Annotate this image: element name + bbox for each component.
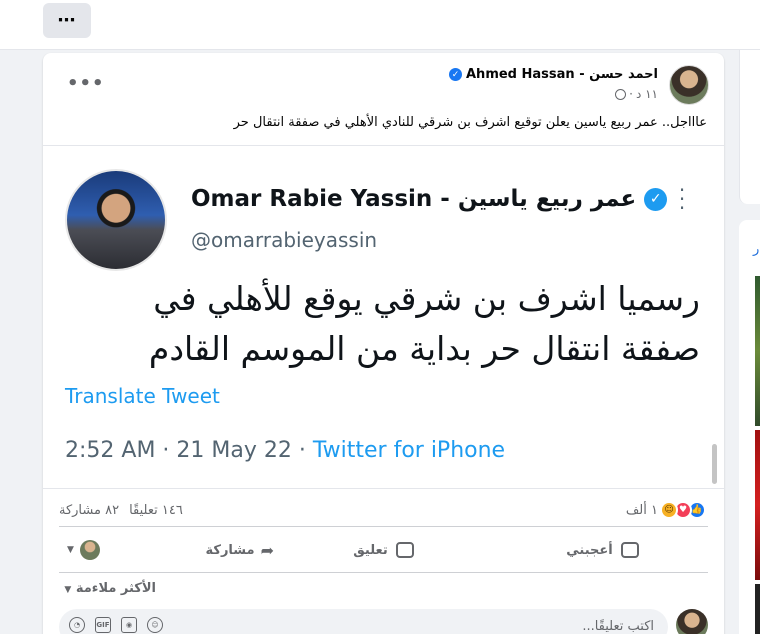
tweet-body: رسميا اشرف بن شرقي يوقع للأهلي في صفقة ا… bbox=[148, 279, 700, 368]
feed-post: احمد حسن - Ahmed Hassan ✓ ١١ د · ••• عاا… bbox=[43, 53, 724, 634]
post-more-options-button[interactable]: ••• bbox=[67, 73, 105, 94]
like-button[interactable]: أعجبني bbox=[493, 531, 712, 569]
share-as-avatar bbox=[79, 540, 100, 560]
comment-input[interactable]: اكتب تعليقًا... ◔ GIF ◉ ☺ bbox=[59, 609, 668, 634]
author-avatar[interactable] bbox=[669, 65, 709, 105]
comment-placeholder: اكتب تعليقًا... bbox=[582, 619, 654, 634]
twitter-verified-icon: ✓ bbox=[644, 187, 668, 211]
comment-button[interactable]: تعليق bbox=[274, 531, 493, 569]
scrollbar-thumb bbox=[712, 444, 717, 484]
comments-count[interactable]: ١٤٦ تعليقًا bbox=[129, 503, 183, 518]
camera-icon[interactable]: ◉ bbox=[121, 617, 137, 633]
comment-icon bbox=[395, 542, 414, 558]
tweet-author-avatar bbox=[65, 169, 167, 271]
share-as-selector[interactable]: ▼ bbox=[67, 540, 100, 560]
reactions-summary[interactable]: 👍 ♥ ☺ ١ ألف bbox=[626, 501, 706, 519]
more-options-button[interactable]: ⋯ bbox=[43, 3, 91, 38]
gif-icon[interactable]: GIF bbox=[95, 617, 111, 633]
caret-down-icon: ▼ bbox=[64, 585, 72, 595]
current-user-avatar[interactable] bbox=[676, 609, 708, 634]
sticker-icon[interactable]: ◔ bbox=[69, 617, 85, 633]
sidebar-thumbnail[interactable] bbox=[755, 276, 760, 426]
shares-count[interactable]: ٨٢ مشاركة bbox=[59, 503, 119, 518]
tweet-display-name: Omar Rabie Yassin - عمر ربيع ياسين bbox=[191, 186, 637, 212]
tweet-display-name-row: Omar Rabie Yassin - عمر ربيع ياسين ✓ bbox=[191, 186, 668, 212]
haha-reaction-icon: ☺ bbox=[660, 501, 678, 519]
sort-label: الأكثر ملاءمة bbox=[75, 581, 156, 596]
share-arrow-icon: ➦ bbox=[260, 540, 274, 560]
share-button[interactable]: ➦ مشاركة ▼ bbox=[55, 531, 274, 569]
post-meta: ١١ د · bbox=[615, 87, 658, 101]
post-time[interactable]: ١١ د bbox=[636, 87, 658, 101]
emoji-icon[interactable]: ☺ bbox=[147, 617, 163, 633]
divider bbox=[59, 572, 708, 573]
top-bar: ⋯ bbox=[0, 0, 760, 50]
post-actions: أعجبني تعليق ➦ مشاركة ▼ bbox=[55, 531, 712, 569]
sidebar-thumbnail[interactable] bbox=[755, 584, 760, 634]
comment-input-tools: ◔ GIF ◉ ☺ bbox=[69, 617, 163, 633]
author-name[interactable]: احمد حسن - Ahmed Hassan bbox=[466, 67, 658, 82]
tweet-timestamp: 2:52 AM · 21 May 22 · Twitter for iPhone bbox=[65, 438, 505, 463]
comment-composer: اكتب تعليقًا... ◔ GIF ◉ ☺ bbox=[59, 609, 708, 634]
chevron-down-icon: ▼ bbox=[67, 545, 74, 555]
post-text: عاااجل.. عمر ربيع ياسين يعلن توقيع اشرف … bbox=[233, 115, 707, 130]
post-stats: 👍 ♥ ☺ ١ ألف ١٤٦ تعليقًا ٨٢ مشاركة bbox=[43, 495, 724, 525]
share-label: مشاركة bbox=[205, 542, 255, 558]
globe-icon bbox=[615, 88, 627, 100]
engagement-counts: ١٤٦ تعليقًا ٨٢ مشاركة bbox=[59, 503, 183, 518]
reactions-count[interactable]: ١ ألف bbox=[626, 503, 658, 518]
tweet-source: Twitter for iPhone bbox=[312, 438, 506, 463]
thumbs-up-icon bbox=[620, 542, 639, 558]
dot-separator: · bbox=[629, 87, 633, 101]
tweet-time: 2:52 AM · 21 May 22 · bbox=[65, 438, 313, 463]
comment-label: تعليق bbox=[353, 542, 388, 558]
share-content: ➦ مشاركة bbox=[206, 541, 275, 560]
comment-sort-dropdown[interactable]: الأكثر ملاءمة ▼ bbox=[64, 581, 156, 596]
divider bbox=[59, 526, 708, 527]
verified-badge-icon: ✓ bbox=[449, 68, 462, 81]
right-sidebar-label: ر bbox=[753, 242, 760, 257]
like-label: أعجبني bbox=[566, 542, 613, 558]
tweet-more-icon: · · · bbox=[678, 178, 686, 220]
sidebar-thumbnail[interactable] bbox=[755, 430, 760, 580]
author-name-row: احمد حسن - Ahmed Hassan ✓ bbox=[445, 67, 658, 82]
embedded-tweet-image[interactable]: Omar Rabie Yassin - عمر ربيع ياسين ✓ @om… bbox=[43, 145, 724, 489]
right-sidebar-card bbox=[739, 50, 760, 204]
tweet-handle: @omarrabieyassin bbox=[191, 228, 378, 252]
translate-tweet-link: Translate Tweet bbox=[65, 384, 220, 408]
